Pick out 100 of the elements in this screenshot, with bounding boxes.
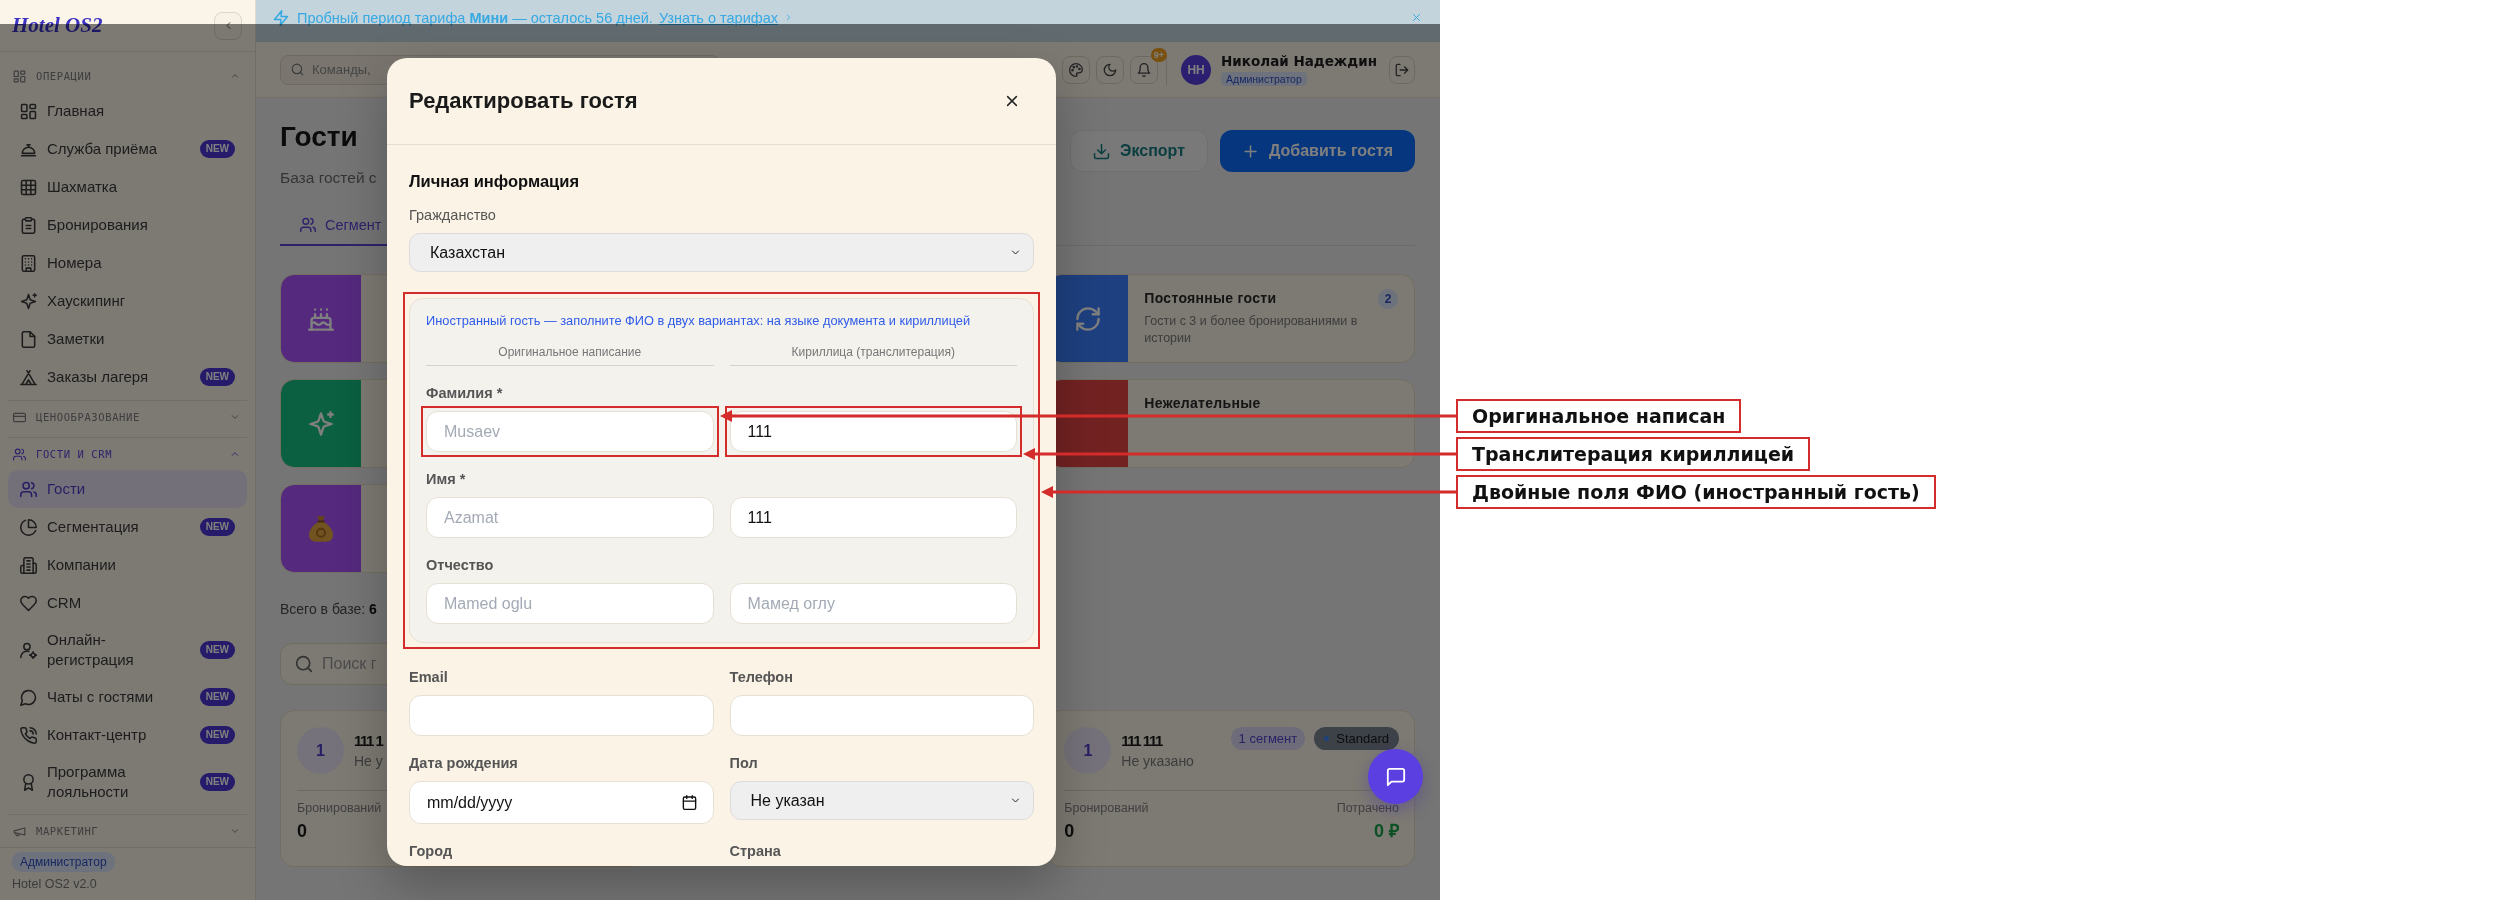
new-badge: NEW <box>199 140 235 158</box>
megaphone-icon <box>13 824 26 838</box>
guest-name: 111 1 <box>354 731 383 750</box>
lightning-icon <box>273 9 289 26</box>
download-icon <box>1093 142 1111 160</box>
dark-mode-button[interactable] <box>1096 55 1125 84</box>
stat-label: Бронирований <box>297 801 382 816</box>
info-note: Иностранный гость — заполните ФИО в двух вариантах: на языке документа и кириллицей <box>426 313 972 329</box>
new-badge: NEW <box>199 368 235 386</box>
column-header: Оригинальное написание <box>426 345 714 366</box>
segment-description: Гости с 3 и более бронированиями в истории <box>1144 313 1359 347</box>
sidebar-item[interactable]: Бронирования <box>8 206 247 244</box>
select-field[interactable]: Не указан <box>729 781 1034 820</box>
new-badge: NEW <box>199 773 235 791</box>
banner-text: Пробный период тарифа Мини — осталось 56 дней. <box>297 9 653 26</box>
modal-title: Редактировать гостя <box>409 88 638 114</box>
guest-avatar: 1 <box>297 727 344 774</box>
chat-icon <box>1385 766 1406 787</box>
dashboard-icon <box>20 102 37 120</box>
section-header[interactable]: ЦЕНООБРАЗОВАНИЕ <box>8 401 247 433</box>
sidebar-item[interactable]: Шахматка <box>8 168 247 206</box>
office-building-icon <box>20 556 37 574</box>
text-input[interactable]: Mamed oglu <box>426 583 714 624</box>
user-gear-icon <box>20 641 37 659</box>
field-label: Отчество <box>426 556 494 574</box>
sidebar-item[interactable]: Главная <box>8 92 247 130</box>
stat-value: 0 <box>1064 820 1075 842</box>
medal-icon <box>20 773 37 791</box>
new-badge: NEW <box>199 518 235 536</box>
sidebar-item[interactable]: Хаускипинг <box>8 282 247 320</box>
text-input[interactable] <box>729 695 1034 736</box>
text-input[interactable]: Musaev <box>426 411 714 452</box>
logout-button[interactable] <box>1389 55 1415 84</box>
search-icon <box>295 655 313 673</box>
field-label: Пол <box>729 754 758 772</box>
users-icon <box>20 480 37 498</box>
page-subtitle: База гостей с <box>280 168 377 188</box>
sidebar-item[interactable]: Заказы лагеря NEW <box>8 358 247 396</box>
add-button[interactable]: Добавить гостя <box>1219 130 1415 172</box>
money-bag-icon <box>308 515 334 542</box>
segment-title: Нежелательные <box>1144 395 1261 412</box>
guest-avatar: 1 <box>1064 727 1112 774</box>
heart-icon <box>20 594 37 612</box>
guest-status: Не указано <box>1121 752 1194 770</box>
close-icon[interactable] <box>1004 93 1020 109</box>
theme-button[interactable] <box>1062 55 1091 84</box>
section-header[interactable]: ГОСТИ И CRM <box>8 438 247 470</box>
text-input[interactable] <box>409 695 714 736</box>
sidebar-item[interactable]: Контакт-центр NEW <box>8 716 247 754</box>
text-input[interactable]: 111 <box>729 411 1017 452</box>
field-label: Email <box>409 668 448 686</box>
count-badge: 2 <box>1378 289 1398 309</box>
stat-value: 0 ₽ <box>1373 820 1399 842</box>
phone-icon <box>20 726 37 744</box>
field-label: Фамилия * <box>426 384 503 402</box>
sidebar-item[interactable]: Онлайн-регистрация NEW <box>8 622 247 678</box>
sidebar-item[interactable]: Компании <box>8 546 247 584</box>
credit-card-icon <box>13 410 26 424</box>
sidebar-item[interactable]: Номера <box>8 244 247 282</box>
text-input[interactable]: Azamat <box>426 497 714 538</box>
moon-icon <box>1103 62 1118 77</box>
new-badge: NEW <box>199 641 235 659</box>
sidebar-item[interactable]: Сегментация NEW <box>8 508 247 546</box>
section-header[interactable]: МАРКЕТИНГ <box>8 815 247 847</box>
text-input[interactable]: Мамед оглу <box>729 583 1017 624</box>
logout-icon <box>1395 62 1409 77</box>
sidebar-item[interactable]: Чаты с гостями NEW <box>8 678 247 716</box>
text-input[interactable]: 111 <box>729 497 1017 538</box>
version-text: Hotel OS2 v2.0 <box>12 877 97 891</box>
speech-bubble-icon <box>20 688 37 706</box>
guest-name: 111 111 <box>1121 731 1162 750</box>
date-field[interactable]: mm/dd/yyyy <box>409 781 714 824</box>
calendar-icon <box>681 795 697 810</box>
export-button[interactable]: Экспорт <box>1070 130 1208 172</box>
annotation-label: Оригинальное написан <box>1456 399 1742 433</box>
users-icon <box>300 216 316 233</box>
user-avatar: НН <box>1181 54 1212 85</box>
field-label: Дата рождения <box>409 754 518 772</box>
sidebar-item[interactable]: Гости <box>8 470 247 508</box>
sidebar-item[interactable]: Служба приёма NEW <box>8 130 247 168</box>
notification-count: 9+ <box>1150 47 1168 62</box>
select-field[interactable]: Казахстан <box>409 233 1034 272</box>
sparkles-icon <box>308 410 334 437</box>
pie-chart-icon <box>20 518 37 536</box>
page-title: Гости <box>280 122 358 152</box>
cake-icon <box>308 305 334 332</box>
sidebar-item[interactable]: CRM <box>8 584 247 622</box>
collapse-button[interactable] <box>214 11 242 40</box>
plus-icon <box>1241 142 1259 160</box>
sidebar-item[interactable]: Программа лояльности NEW <box>8 754 247 810</box>
field-label: Страна <box>729 842 781 860</box>
sidebar-item[interactable]: Заметки <box>8 320 247 358</box>
bell-icon <box>1137 62 1152 77</box>
guest-status: Не у <box>354 752 383 770</box>
building-icon <box>20 254 37 272</box>
total-count: Всего в базе: 6 <box>280 601 377 617</box>
field-label: Имя * <box>426 470 466 488</box>
section-header[interactable]: ОПЕРАЦИИ <box>8 60 247 92</box>
segment-chip: 1 сегмент <box>1230 727 1306 750</box>
stat-label: Потрачено <box>1336 801 1399 816</box>
